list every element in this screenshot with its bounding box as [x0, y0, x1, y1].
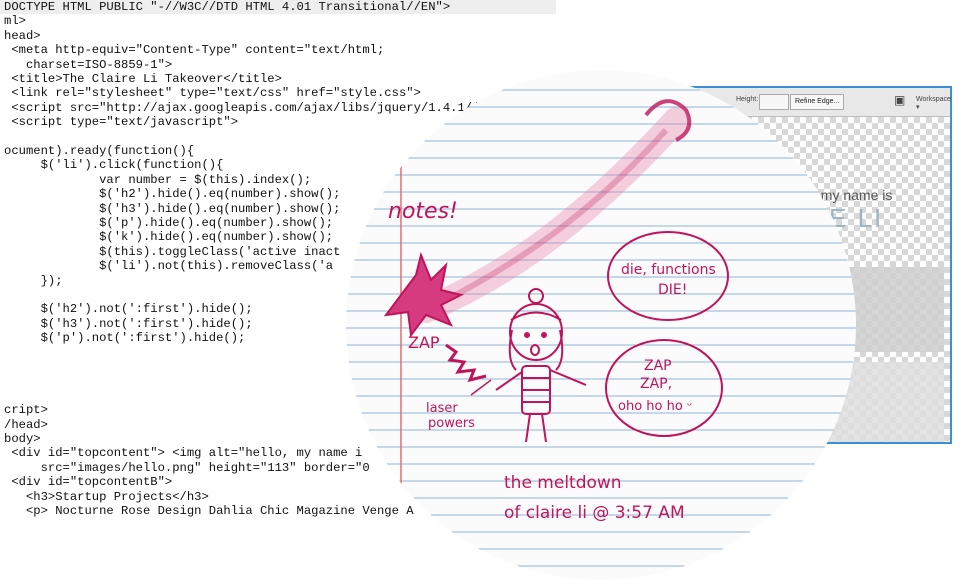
code-line: $('h3').not(':first').hide(); [4, 316, 253, 331]
code-line: head> [4, 28, 41, 43]
code-line: <meta http-equiv="Content-Type" content=… [4, 43, 385, 58]
caption-line1: the meltdown [504, 473, 622, 493]
workspace-menu[interactable]: Workspace ▾ [916, 96, 951, 111]
code-line: $('k').hide().eq(number).show(); [4, 230, 334, 245]
code-line: $('li').not(this).removeClass('a [4, 259, 334, 274]
girl-character [495, 288, 587, 443]
code-line: <div id="topcontentB"> [4, 475, 173, 490]
code-line: cript> [4, 403, 48, 418]
zap-label: ZAP [408, 333, 440, 352]
speech2-line3: oho ho ho ᵕ [618, 399, 692, 414]
notes-text: notes! [388, 199, 458, 224]
code-line: $(this).toggleClass('active inact [4, 244, 341, 259]
arrow-icon [470, 379, 492, 396]
code-line: $('p').hide().eq(number).show(); [4, 216, 334, 230]
code-line: <title>The Claire Li Takeover</title> [4, 72, 282, 86]
speech2-line1: ZAP [644, 358, 672, 374]
code-line: ocument).ready(function(){ [4, 144, 195, 158]
laser-label-1: laser [426, 401, 458, 416]
code-line: $('h3').hide().eq(number).show(); [4, 201, 341, 216]
code-line: <h3>Startup Projects</h3> [4, 489, 209, 504]
code-line: var number = $(this).index(); [4, 172, 312, 187]
code-line: $('p').not(':first').hide(); [4, 331, 246, 346]
speech1-line2: DIE! [658, 282, 687, 298]
code-line: $('h2').not(':first').hide(); [4, 302, 253, 317]
code-line: }); [4, 273, 63, 288]
code-line: body> [4, 432, 41, 446]
speech1-line1: die, functions [621, 262, 716, 278]
code-line: DOCTYPE HTML PUBLIC "-//W3C//DTD HTML 4.… [0, 0, 556, 14]
code-line: <div id="topcontent"> <img alt="hello, m… [4, 446, 363, 461]
code-line: <script type="text/javascript"> [4, 115, 239, 130]
code-line: $('li').click(function(){ [4, 158, 224, 173]
doodle-drawing: notes! ZAP laser powers die, functions D… [346, 70, 856, 580]
code-line: charset=ISO-8859-1"> [4, 57, 173, 72]
speech2-line2: ZAP, [640, 376, 672, 392]
notebook-doodle: notes! ZAP laser powers die, functions D… [346, 70, 856, 580]
explosion-burst [383, 251, 464, 338]
code-line: /head> [4, 417, 48, 432]
laser-label-2: powers [428, 416, 475, 431]
code-line: ml> [4, 14, 26, 29]
camera-icon[interactable]: ▣ [894, 93, 905, 107]
caption-line2: of claire li @ 3:57 AM [504, 503, 685, 523]
laser-beam [413, 99, 692, 323]
code-line: src="images/hello.png" height="113" bord… [4, 460, 370, 475]
code-line: $('h2').hide().eq(number).show(); [4, 187, 341, 202]
